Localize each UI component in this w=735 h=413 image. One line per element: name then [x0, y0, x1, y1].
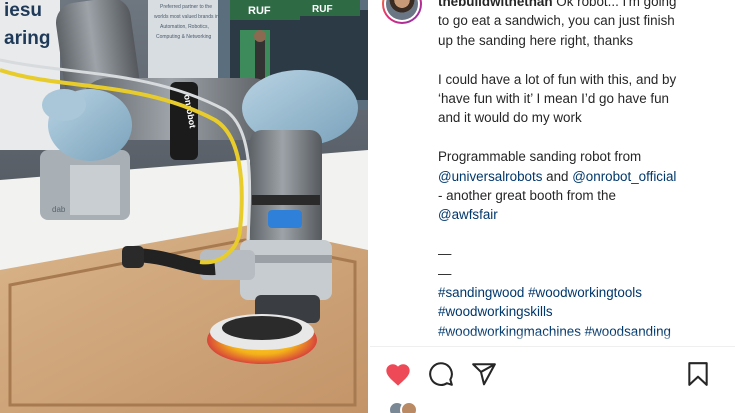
comment-button[interactable] — [427, 360, 455, 388]
caption-and: and — [546, 168, 569, 184]
hashtag-line-1[interactable]: #sandingwood #woodworkingtools — [438, 283, 723, 302]
exhibit-sign-2-text: RUF — [312, 4, 333, 15]
booth-sign-line-3: Automation, Robotics, — [160, 24, 209, 30]
caption-p3-line-4: @awfsfair — [438, 205, 723, 224]
base-label: dab — [52, 205, 66, 214]
booth-sign-line-2: worlds most valued brands in — [154, 14, 219, 20]
share-button[interactable] — [470, 360, 498, 388]
author-username[interactable]: thebuildwithethan — [438, 0, 553, 9]
caption-dash-1: — — [438, 246, 452, 262]
comment-icon — [429, 362, 453, 386]
exhibit-sign-1-text: RUF — [248, 5, 271, 17]
liker-avatar-2 — [400, 401, 418, 413]
caption-p3-line-3: - another great booth from the — [438, 188, 616, 204]
post-photo[interactable]: RUF RUF iesu aring Preferred partner to … — [0, 0, 368, 413]
actions-divider — [370, 346, 735, 347]
booth-banner-text-2: aring — [4, 28, 50, 49]
liked-by-avatars[interactable] — [388, 401, 428, 413]
share-icon — [472, 363, 496, 386]
avatar-photo — [386, 0, 418, 20]
caption-p3-line-2: @universalrobots and @onrobot_official — [438, 167, 723, 186]
post-actions — [370, 356, 735, 392]
post-caption: thebuildwithethan Ok robot... I'm going … — [438, 0, 723, 341]
like-button[interactable] — [384, 360, 412, 388]
caption-p3-line-1: Programmable sanding robot from — [438, 149, 642, 165]
mention-universalrobots[interactable]: @universalrobots — [438, 169, 542, 184]
caption-p2-line-3: and it would do my work — [438, 110, 582, 126]
caption-first-text: Ok robot... I'm going — [556, 0, 677, 9]
robot-photo-illustration: RUF RUF iesu aring Preferred partner to … — [0, 0, 368, 413]
caption-dash-2: — — [438, 265, 452, 281]
booth-banner-text-1: iesu — [4, 0, 42, 21]
save-button[interactable] — [684, 360, 712, 388]
caption-p2-line-2: ‘have fun with it’ I mean I’d go have fu… — [438, 91, 670, 107]
bookmark-icon — [688, 362, 708, 386]
author-avatar[interactable] — [382, 0, 422, 24]
caption-line-1: thebuildwithethan Ok robot... I'm going — [438, 0, 723, 11]
post-side-panel: thebuildwithethan Ok robot... I'm going … — [370, 0, 735, 413]
caption-p2-line-1: I could have a lot of fun with this, and… — [438, 71, 677, 87]
booth-sign-line-4: Computing & Networking — [156, 34, 212, 40]
caption-line-2: to go eat a sandwich, you can just finis… — [438, 13, 675, 29]
caption-line-3: up the sanding here right, thanks — [438, 32, 634, 48]
booth-sign-line-1: Preferred partner to the — [160, 4, 212, 10]
heart-icon — [386, 364, 410, 386]
hashtag-line-2[interactable]: #woodworkingskills — [438, 302, 723, 321]
mention-awfsfair[interactable]: @awfsfair — [438, 207, 498, 222]
mention-onrobot[interactable]: @onrobot_official — [572, 169, 676, 184]
